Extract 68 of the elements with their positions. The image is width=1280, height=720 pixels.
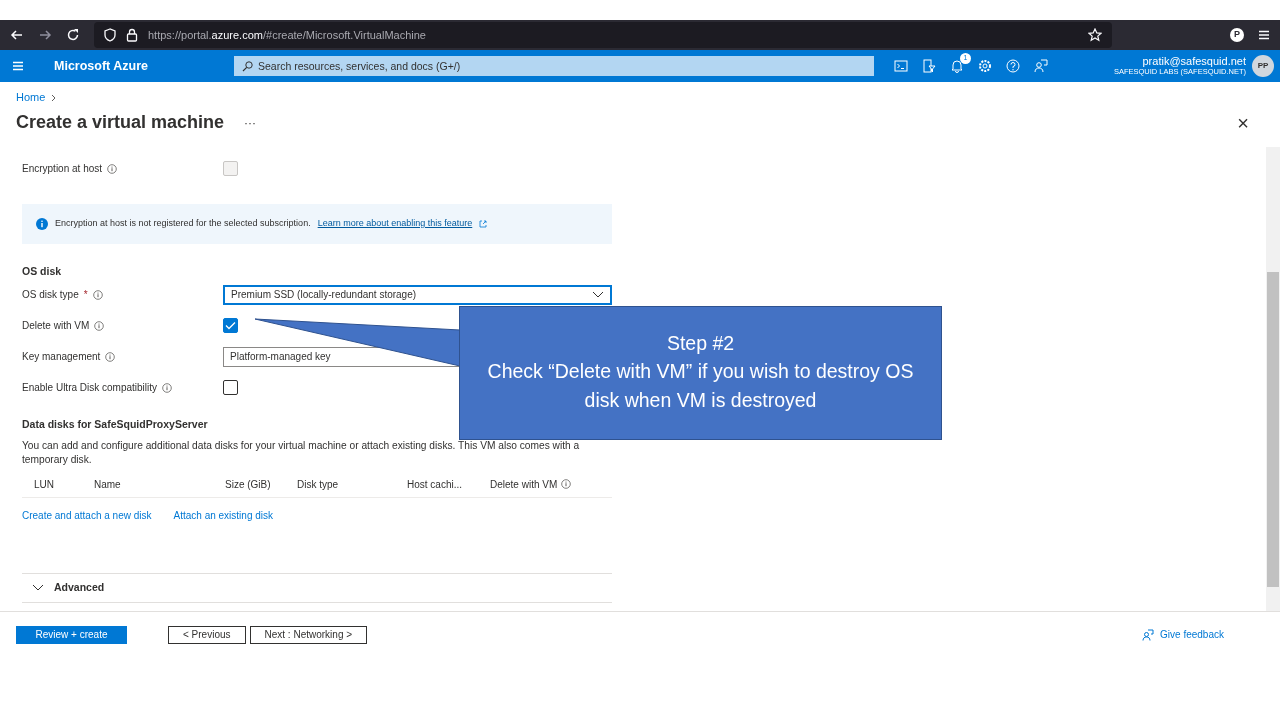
- column-header: Name: [94, 477, 122, 492]
- settings-icon[interactable]: [978, 59, 992, 73]
- forward-icon[interactable]: [38, 28, 52, 42]
- advanced-section[interactable]: Advanced: [22, 572, 612, 603]
- profile-avatar[interactable]: P: [1230, 28, 1244, 42]
- dropdown[interactable]: Premium SSD (locally-redundant storage): [223, 284, 612, 305]
- checkbox[interactable]: [223, 380, 238, 396]
- info-icon: [561, 479, 572, 490]
- feedback-text: Give feedback: [1160, 628, 1224, 642]
- column-header: Delete with VM: [490, 477, 558, 492]
- chevron-icon: [32, 583, 44, 592]
- wizard-button[interactable]: Review + create: [16, 625, 127, 644]
- chevron-icon: [51, 93, 58, 102]
- info-icon: [94, 320, 105, 331]
- scrollbar[interactable]: [1266, 147, 1280, 611]
- url-text: https://portal.azure.com/#create/Microsoft.VirtualMachine: [148, 27, 426, 43]
- feedback-icon[interactable]: [1034, 59, 1048, 73]
- shield-icon: [104, 28, 116, 42]
- column-header: Size (GiB): [225, 477, 272, 492]
- user-avatar[interactable]: PP: [1252, 55, 1274, 77]
- info-icon: [92, 289, 103, 300]
- info-icon: [105, 351, 116, 362]
- breadcrumb-link[interactable]: Home: [16, 89, 46, 106]
- wizard-button[interactable]: Next : Networking >: [249, 625, 368, 644]
- callout-text: Check “Delete with VM” if you wish to destroy OS disk when VM is destroyed: [486, 359, 915, 413]
- disk-link[interactable]: Create and attach a new disk: [22, 507, 152, 523]
- checkbox[interactable]: [223, 318, 238, 334]
- search-field[interactable]: Search resources, services, and docs (G+/): [234, 56, 874, 76]
- column-header: Disk type: [297, 477, 340, 492]
- address-bar[interactable]: https://portal.azure.com/#create/Microsoft.VirtualMachine: [94, 22, 1112, 48]
- section-heading: OS disk: [22, 263, 63, 279]
- info-text: Encryption at host is not registered for the selected subscription.: [55, 217, 311, 230]
- column-header: Host cachi...: [407, 477, 464, 492]
- info-icon: [162, 382, 173, 393]
- menu-icon[interactable]: [1258, 29, 1270, 41]
- callout-title: Step #2: [665, 331, 736, 356]
- field-label: OS disk type: [22, 288, 79, 303]
- search-icon: [242, 61, 253, 72]
- more-button[interactable]: ···: [244, 114, 257, 132]
- field-label: Key management: [22, 350, 101, 365]
- info-icon: [107, 163, 118, 174]
- required-mark: *: [83, 288, 88, 303]
- external-link-icon[interactable]: [479, 219, 488, 228]
- section-heading: Data disks for SafeSquidProxyServer: [22, 417, 209, 433]
- description-text: You can add and configure additional data disks for your virtual machine or attach existing disks. This VM also comes with a temporary disk.: [22, 439, 581, 468]
- star-icon[interactable]: [1088, 28, 1102, 42]
- lock-icon: [126, 28, 138, 42]
- bell-icon[interactable]: [950, 59, 964, 73]
- feedback-icon: [1142, 628, 1155, 641]
- brand-name[interactable]: Microsoft Azure: [24, 56, 234, 76]
- page-title: Create a virtual machine: [16, 112, 225, 134]
- back-icon[interactable]: [10, 28, 24, 42]
- close-button[interactable]: ×: [1237, 113, 1249, 133]
- disk-link[interactable]: Attach an existing disk: [173, 507, 274, 523]
- learn-more-link[interactable]: Learn more about enabling this feature: [317, 217, 473, 231]
- info-icon: [36, 217, 48, 230]
- feedback-link[interactable]: Give feedback: [1142, 627, 1224, 642]
- terminal-icon[interactable]: [894, 59, 908, 73]
- column-header: LUN: [34, 477, 55, 492]
- field-label: Enable Ultra Disk compatibility: [22, 381, 158, 396]
- filter-icon[interactable]: [922, 59, 936, 73]
- help-icon[interactable]: [1006, 59, 1020, 73]
- user-email[interactable]: pratik@safesquid.net: [1113, 55, 1246, 68]
- reload-icon[interactable]: [66, 28, 80, 42]
- field-label: Delete with VM: [22, 319, 90, 334]
- wizard-button[interactable]: < Previous: [168, 625, 246, 644]
- field-label: Encryption at host: [22, 162, 103, 176]
- advanced-label: Advanced: [54, 579, 105, 595]
